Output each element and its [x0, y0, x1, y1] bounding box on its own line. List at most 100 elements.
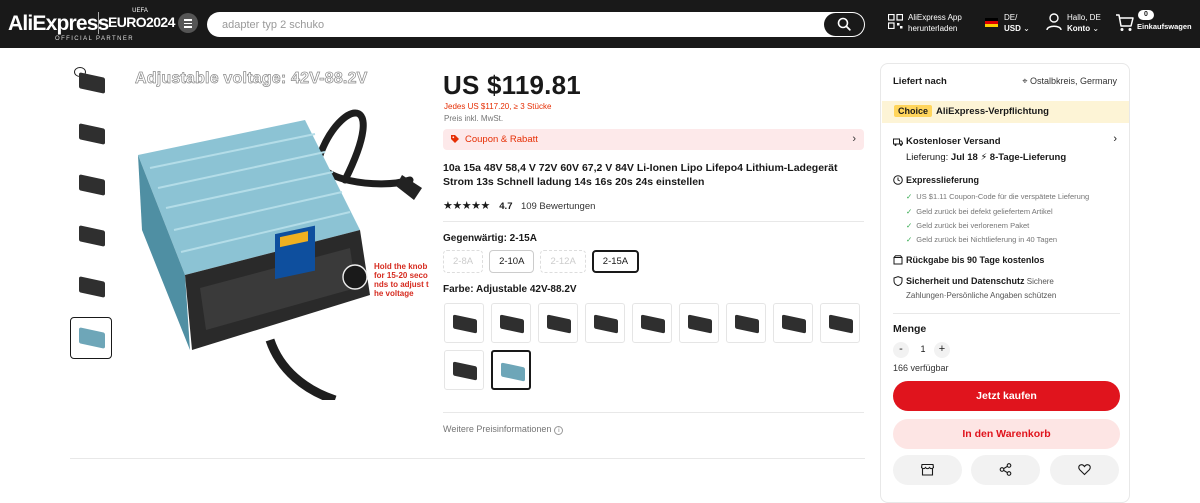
color-swatch-3[interactable] [538, 303, 578, 343]
shipping-label: Kostenloser Versand [906, 136, 1001, 147]
cart-label: Einkaufswagen [1137, 22, 1192, 31]
more-price-info-label: Weitere Preisinformationen [443, 424, 552, 434]
tax-note: Preis inkl. MwSt. [444, 114, 504, 123]
thumbnail-1[interactable] [70, 62, 112, 104]
thumbnail-4[interactable] [70, 215, 112, 257]
store-button[interactable] [893, 455, 962, 485]
security-label: Sicherheit und Datenschutz [906, 276, 1025, 286]
section-divider [70, 458, 865, 459]
thumbnail-5[interactable] [70, 266, 112, 308]
rocket-icon: ⚡ [980, 152, 988, 163]
delivery-estimate: Lieferung: Jul 18 ⚡ 8-Tage-Lieferung [906, 152, 1066, 163]
bulk-price-note: Jedes US $117.20, ≥ 3 Stücke [444, 102, 552, 111]
image-note: Hold the knob for 15-20 seco nds to adju… [374, 262, 429, 298]
color-swatch-1[interactable] [444, 303, 484, 343]
quantity-stepper: - 1 + [893, 342, 973, 358]
location-label: Ostalbkreis, Germany [1029, 76, 1117, 86]
tag-icon [451, 135, 459, 143]
choice-text: AliExpress-Verpflichtung [936, 106, 1049, 117]
divider [893, 313, 1120, 314]
thumbnail-3[interactable] [70, 164, 112, 206]
security-row: Sicherheit und Datenschutz Sichere [906, 276, 1054, 286]
color-swatch-4[interactable] [585, 303, 625, 343]
currency-label: USD [1004, 24, 1021, 33]
aliexpress-logo[interactable]: AliExpress [8, 12, 109, 36]
rating-value: 4.7 [499, 201, 513, 212]
express-item: ✓ US $1.11 Coupon-Code für die verspätete… [906, 192, 1090, 201]
check-icon: ✓ [906, 221, 913, 230]
color-label: Farbe: Adjustable 42V-88.2V [443, 284, 577, 295]
quantity-value[interactable]: 1 [913, 344, 933, 354]
star-rating-icons: ★★★★★ [443, 200, 490, 212]
share-icon [999, 463, 1012, 476]
increase-quantity-button[interactable]: + [934, 342, 950, 358]
size-label: Gegenwärtig: 2-15A [443, 233, 537, 244]
share-button[interactable] [971, 455, 1040, 485]
color-swatch-8[interactable] [773, 303, 813, 343]
color-swatch-9[interactable] [820, 303, 860, 343]
top-header: AliExpress UEFA EURO2024 OFFICIAL PARTNE… [0, 0, 1200, 48]
coupon-banner[interactable]: Coupon & Rabatt › [443, 129, 864, 150]
delivery-days: 8-Tage-Lieferung [989, 152, 1067, 163]
german-flag-icon [985, 18, 998, 27]
security-suffix: Sichere [1024, 277, 1054, 286]
cart-count-badge: 0 [1138, 10, 1154, 20]
location-pin-icon: ⌖ [1022, 76, 1028, 86]
image-caption: Adjustable voltage: 42V-88.2V [135, 70, 368, 88]
chevron-down-icon: ⌄ [1092, 24, 1100, 33]
review-count[interactable]: 109 Bewertungen [521, 201, 595, 212]
choice-commitment-bar: Choice AliExpress-Verpflichtung [882, 101, 1129, 123]
color-swatch-11-selected[interactable] [491, 350, 531, 390]
search-input[interactable] [222, 16, 802, 33]
check-icon: ✓ [906, 235, 913, 244]
thumbnail-list [70, 62, 114, 368]
check-icon: ✓ [906, 207, 913, 216]
add-to-cart-button[interactable]: In den Warenkorb [893, 419, 1120, 449]
truck-icon [893, 138, 903, 146]
available-count: 166 verfügbar [893, 363, 949, 373]
thumbnail-6-selected[interactable] [70, 317, 112, 359]
user-icon [1046, 13, 1062, 31]
euro2024-text: EURO2024 [108, 14, 175, 30]
decrease-quantity-button[interactable]: - [893, 342, 909, 358]
menu-icon[interactable] [178, 13, 198, 33]
greeting-label: Hallo, DE [1067, 13, 1101, 22]
rating-row[interactable]: ★★★★★ 4.7 109 Bewertungen [443, 196, 595, 212]
color-swatch-6[interactable] [679, 303, 719, 343]
color-swatch-10[interactable] [444, 350, 484, 390]
color-swatch-7[interactable] [726, 303, 766, 343]
size-option-2-8a[interactable]: 2-8A [443, 250, 484, 273]
thumbnail-2[interactable] [70, 113, 112, 155]
cart-icon [1116, 14, 1134, 31]
security-detail: Zahlungen·Persönliche Angaben schützen [906, 291, 1057, 300]
color-swatch-5[interactable] [632, 303, 672, 343]
account-label: Konto [1067, 24, 1091, 33]
product-title: 10a 15a 48V 58,4 V 72V 60V 67,2 V 84V Li… [443, 162, 838, 188]
wishlist-button[interactable] [1050, 455, 1119, 485]
chevron-right-icon[interactable]: › [1113, 133, 1117, 145]
search-button[interactable] [824, 13, 864, 36]
size-option-2-15a[interactable]: 2-15A [591, 250, 640, 273]
check-icon: ✓ [906, 192, 913, 201]
divider [443, 221, 864, 222]
heart-icon [1078, 464, 1091, 476]
size-option-2-12a[interactable]: 2-12A [540, 250, 586, 273]
main-product-image[interactable] [130, 60, 430, 400]
location-selector[interactable]: ⌖ Ostalbkreis, Germany [1022, 76, 1117, 87]
purchase-panel: Liefert nach ⌖ Ostalbkreis, Germany Choi… [880, 63, 1130, 503]
coupon-label: Coupon & Rabatt [465, 134, 538, 145]
chevron-right-icon: › [852, 133, 856, 145]
search-bar [207, 12, 865, 37]
clock-icon [893, 175, 903, 185]
express-item: ✓ Geld zurück bei defekt geliefertem Arti… [906, 207, 1053, 216]
size-option-2-10a[interactable]: 2-10A [489, 250, 535, 273]
euro2024-logo: UEFA EURO2024 [108, 7, 175, 33]
info-icon: i [554, 426, 564, 435]
buy-now-button[interactable]: Jetzt kaufen [893, 381, 1120, 411]
search-icon [837, 17, 851, 31]
more-price-info-link[interactable]: Weitere Preisinformationen i [443, 424, 564, 435]
color-swatch-2[interactable] [491, 303, 531, 343]
product-price: US $119.81 [443, 70, 581, 100]
return-box-icon [893, 255, 903, 265]
delivery-title: Liefert nach [893, 76, 947, 87]
